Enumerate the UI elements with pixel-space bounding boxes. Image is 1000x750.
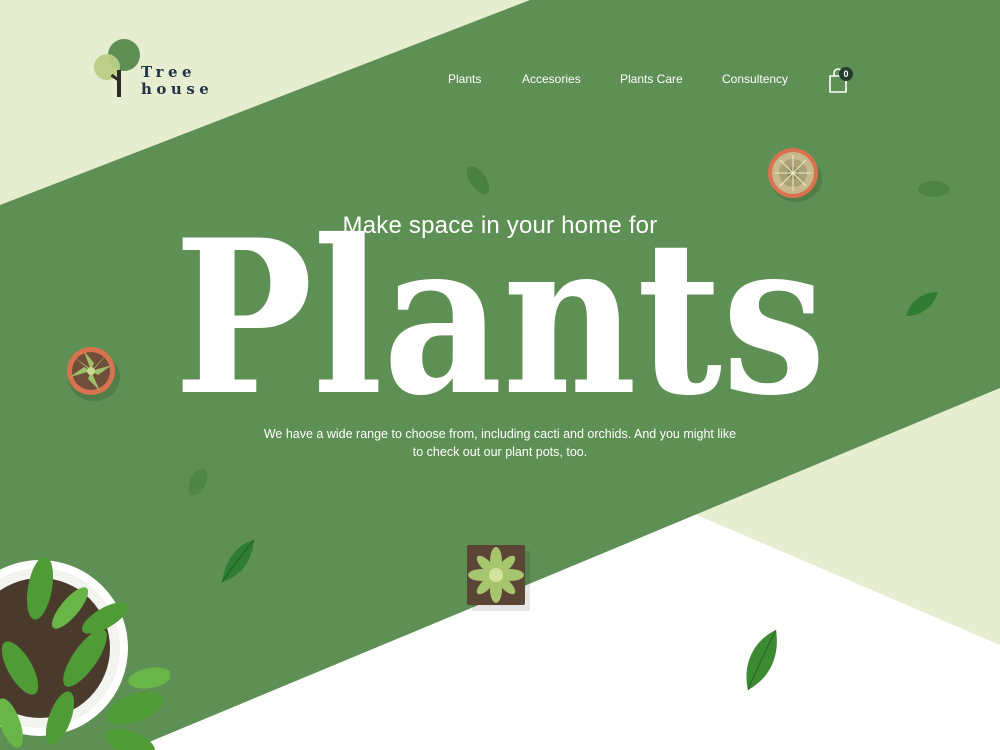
blurred-leaf-icon	[918, 181, 950, 197]
leaf-icon	[746, 629, 777, 691]
cactus-pot-icon	[768, 148, 822, 202]
hero-headline: Plants	[170, 196, 830, 416]
brand-line-2: house	[141, 80, 214, 98]
hero-headline-text: Plants	[174, 196, 826, 416]
brand-line-1: Tree	[141, 63, 197, 81]
potted-plant-icon	[0, 556, 170, 750]
succulent-square-pot-icon	[467, 545, 530, 611]
nav-item-consultency[interactable]: Consultency	[722, 72, 788, 86]
nav-item-accesories[interactable]: Accesories	[522, 72, 581, 86]
leaf-icon	[906, 292, 938, 316]
hero-description-line-2: to check out our plant pots, too.	[412, 445, 588, 459]
nav-item-plants-care[interactable]: Plants Care	[620, 72, 683, 86]
hero-description-line-1: We have a wide range to choose from, inc…	[263, 427, 737, 441]
cart-count-badge: 0	[839, 67, 853, 81]
tree-logo-icon	[94, 39, 140, 97]
brand-logo[interactable]: Tree house	[94, 38, 224, 100]
hero-description: We have a wide range to choose from, inc…	[240, 425, 760, 461]
nav-item-plants[interactable]: Plants	[448, 72, 481, 86]
brand-name: Tree house	[141, 64, 213, 98]
succulent-pot-icon	[67, 347, 120, 401]
cart-button[interactable]: 0	[826, 66, 856, 96]
blurred-leaf-icon	[188, 468, 208, 496]
blurred-leaf-icon	[466, 166, 490, 194]
leaf-icon	[221, 539, 255, 583]
